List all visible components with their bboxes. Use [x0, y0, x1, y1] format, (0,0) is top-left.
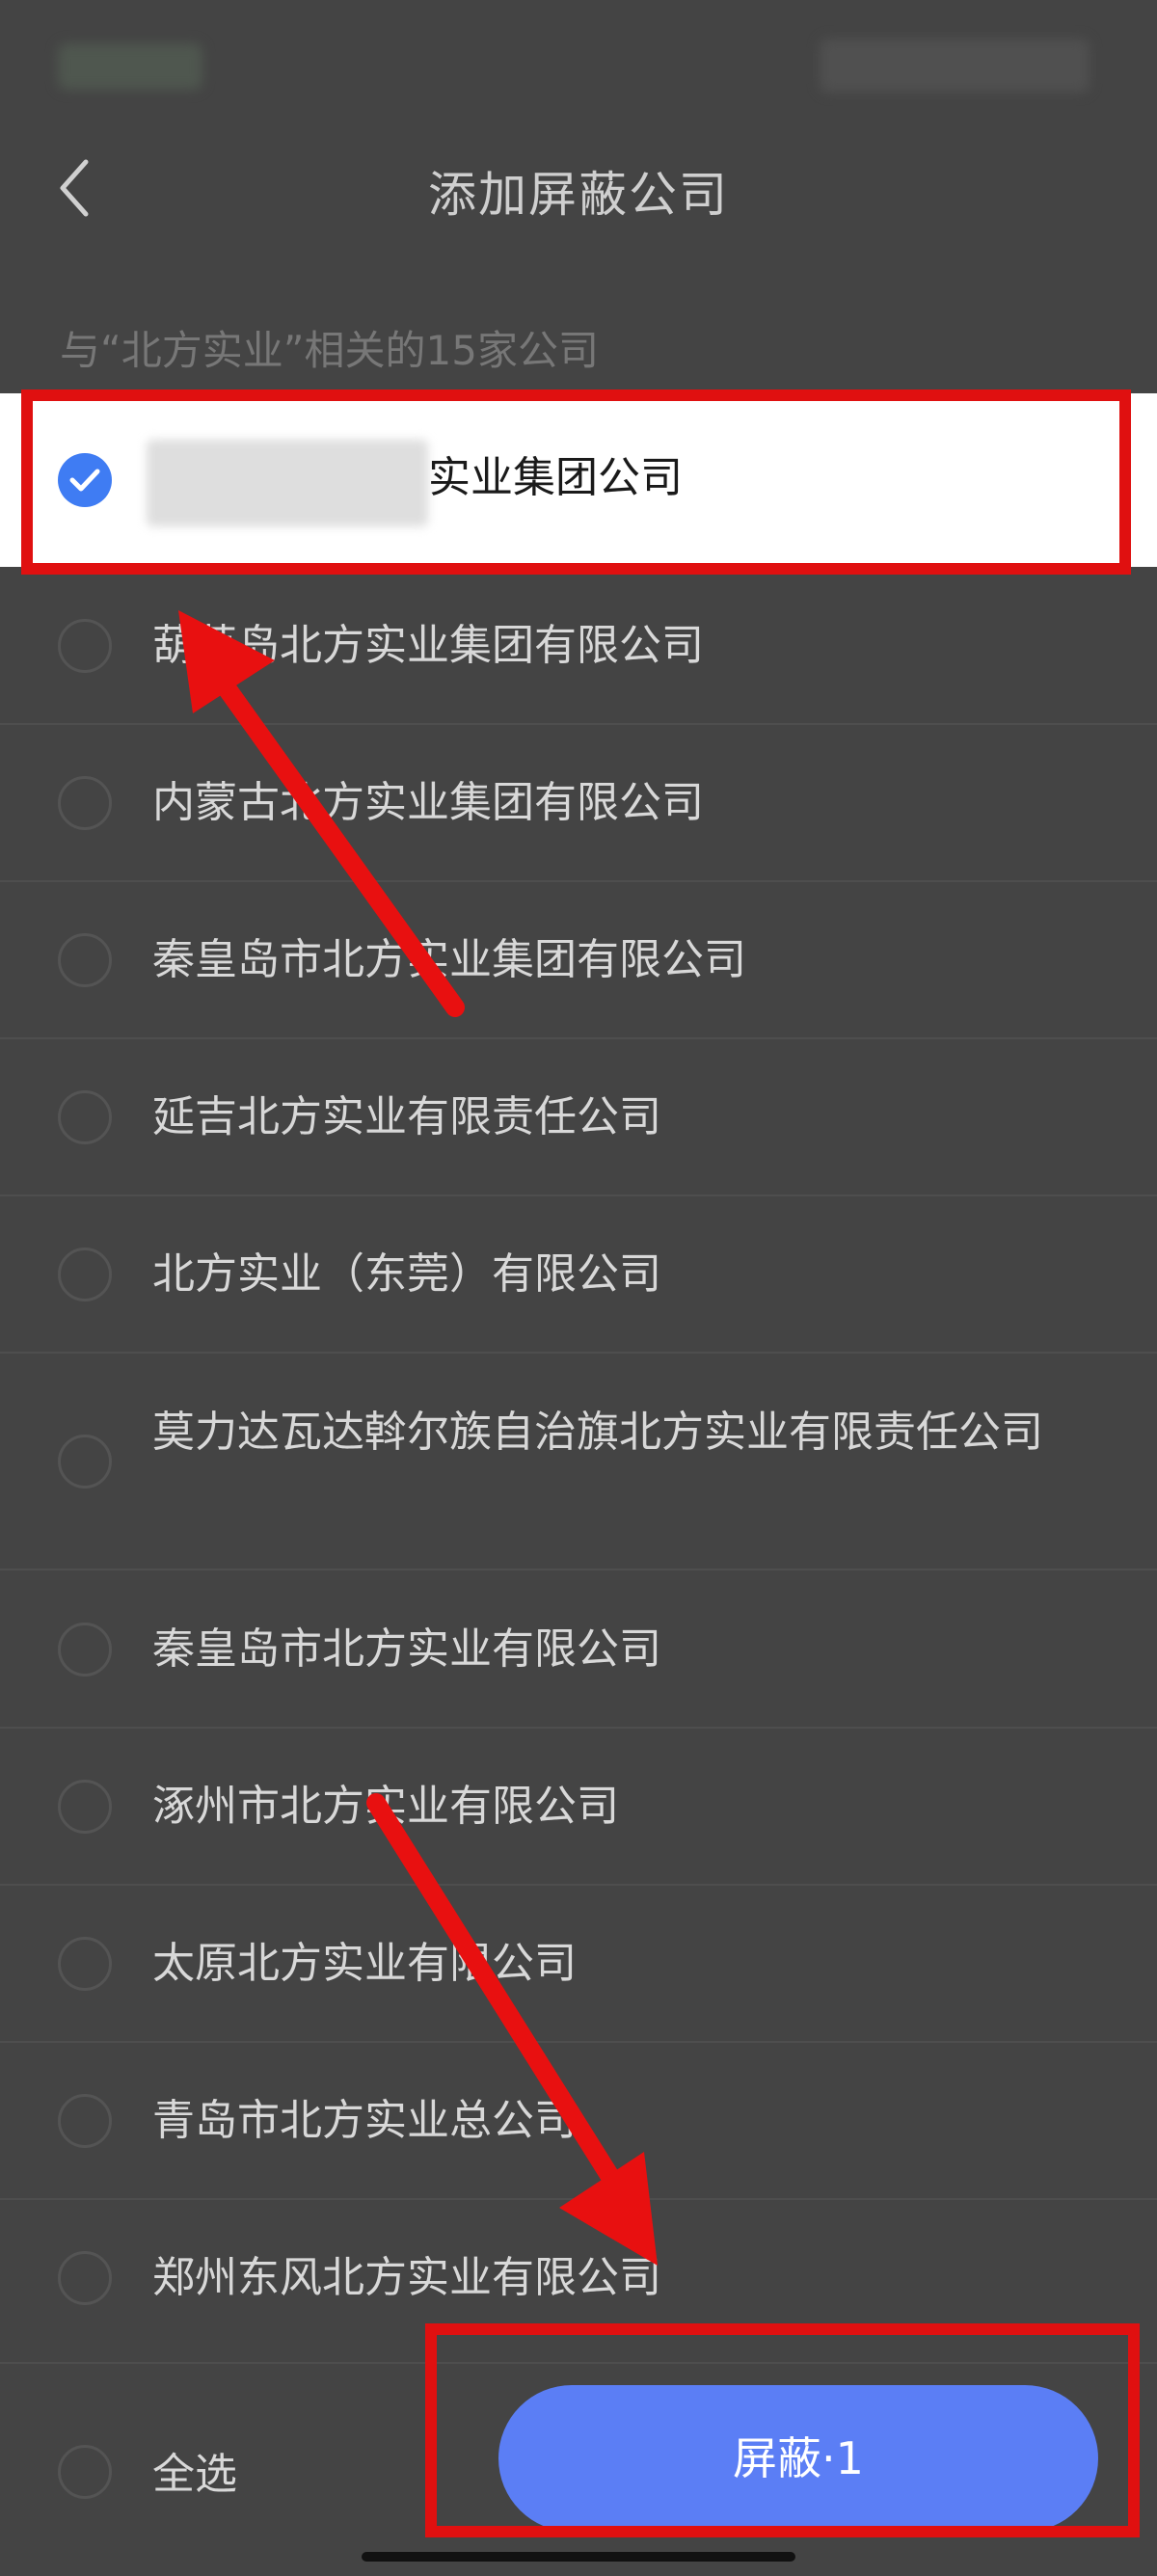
annotation-arrows: [178, 610, 658, 2266]
arrow-icon: [178, 610, 465, 1017]
arrow-icon: [366, 1793, 658, 2266]
